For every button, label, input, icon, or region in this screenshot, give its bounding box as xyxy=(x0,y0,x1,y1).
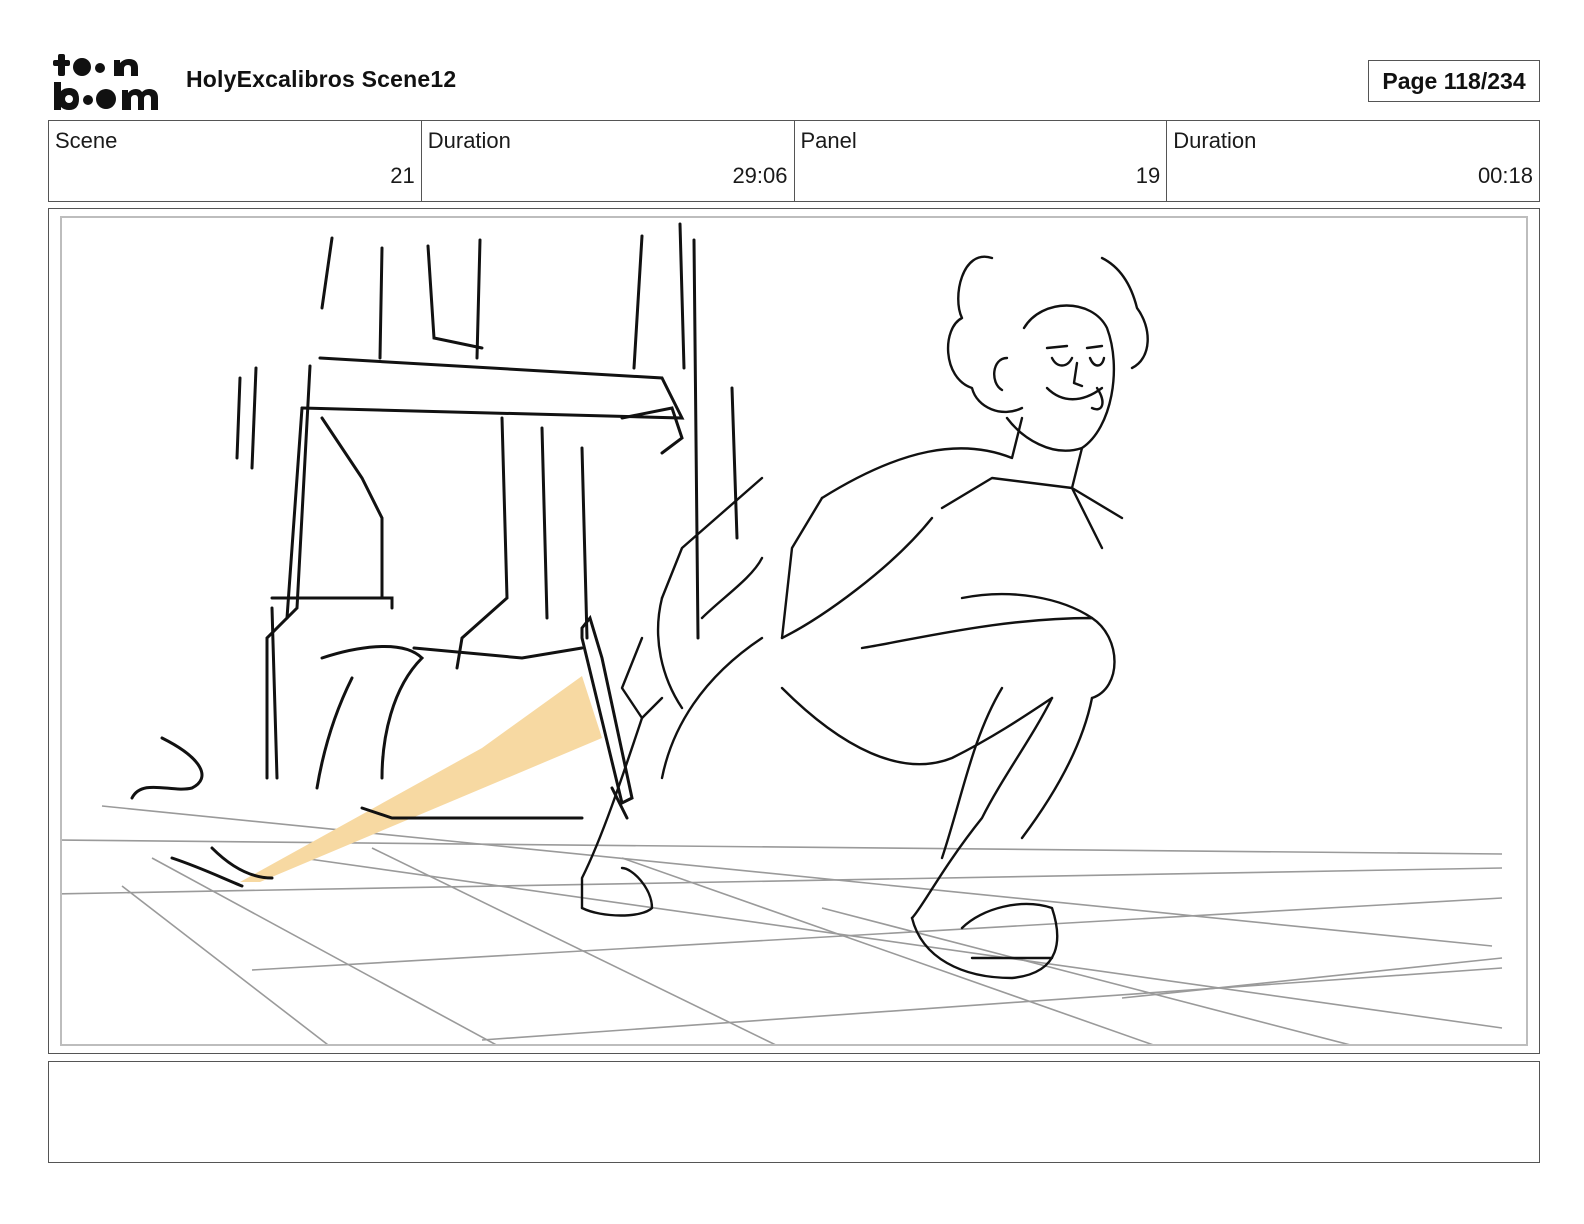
panel-label: Panel xyxy=(800,128,857,153)
page-counter: Page 118/234 xyxy=(1368,60,1540,102)
panel-sketch xyxy=(62,222,1503,1044)
scene-value: 21 xyxy=(390,163,415,188)
floor-grid xyxy=(62,805,1503,1044)
panel-duration-label: Duration xyxy=(1173,128,1257,153)
panel-drawing-area xyxy=(60,216,1528,1046)
scene-label: Scene xyxy=(55,128,118,153)
storyboard-panel xyxy=(48,208,1540,1054)
scene-duration-cell: Duration 29:06 xyxy=(422,121,795,201)
crouching-character xyxy=(580,255,1149,980)
scene-duration-label: Duration xyxy=(427,128,511,153)
toonboom-logo xyxy=(52,52,164,112)
project-title: HolyExcalibros Scene12 xyxy=(186,66,457,92)
panel-notes-box[interactable] xyxy=(48,1061,1540,1163)
panel-cell: Panel 19 xyxy=(795,121,1168,201)
scene-duration-value: 29:06 xyxy=(732,163,788,188)
scene-cell: Scene 21 xyxy=(49,121,422,201)
panel-duration-cell: Duration 00:18 xyxy=(1167,121,1539,201)
scene-info-table: Scene 21 Duration 29:06 Panel 19 Duratio… xyxy=(48,120,1540,202)
panel-duration-value: 00:18 xyxy=(1477,163,1533,188)
panel-value: 19 xyxy=(1135,163,1161,188)
